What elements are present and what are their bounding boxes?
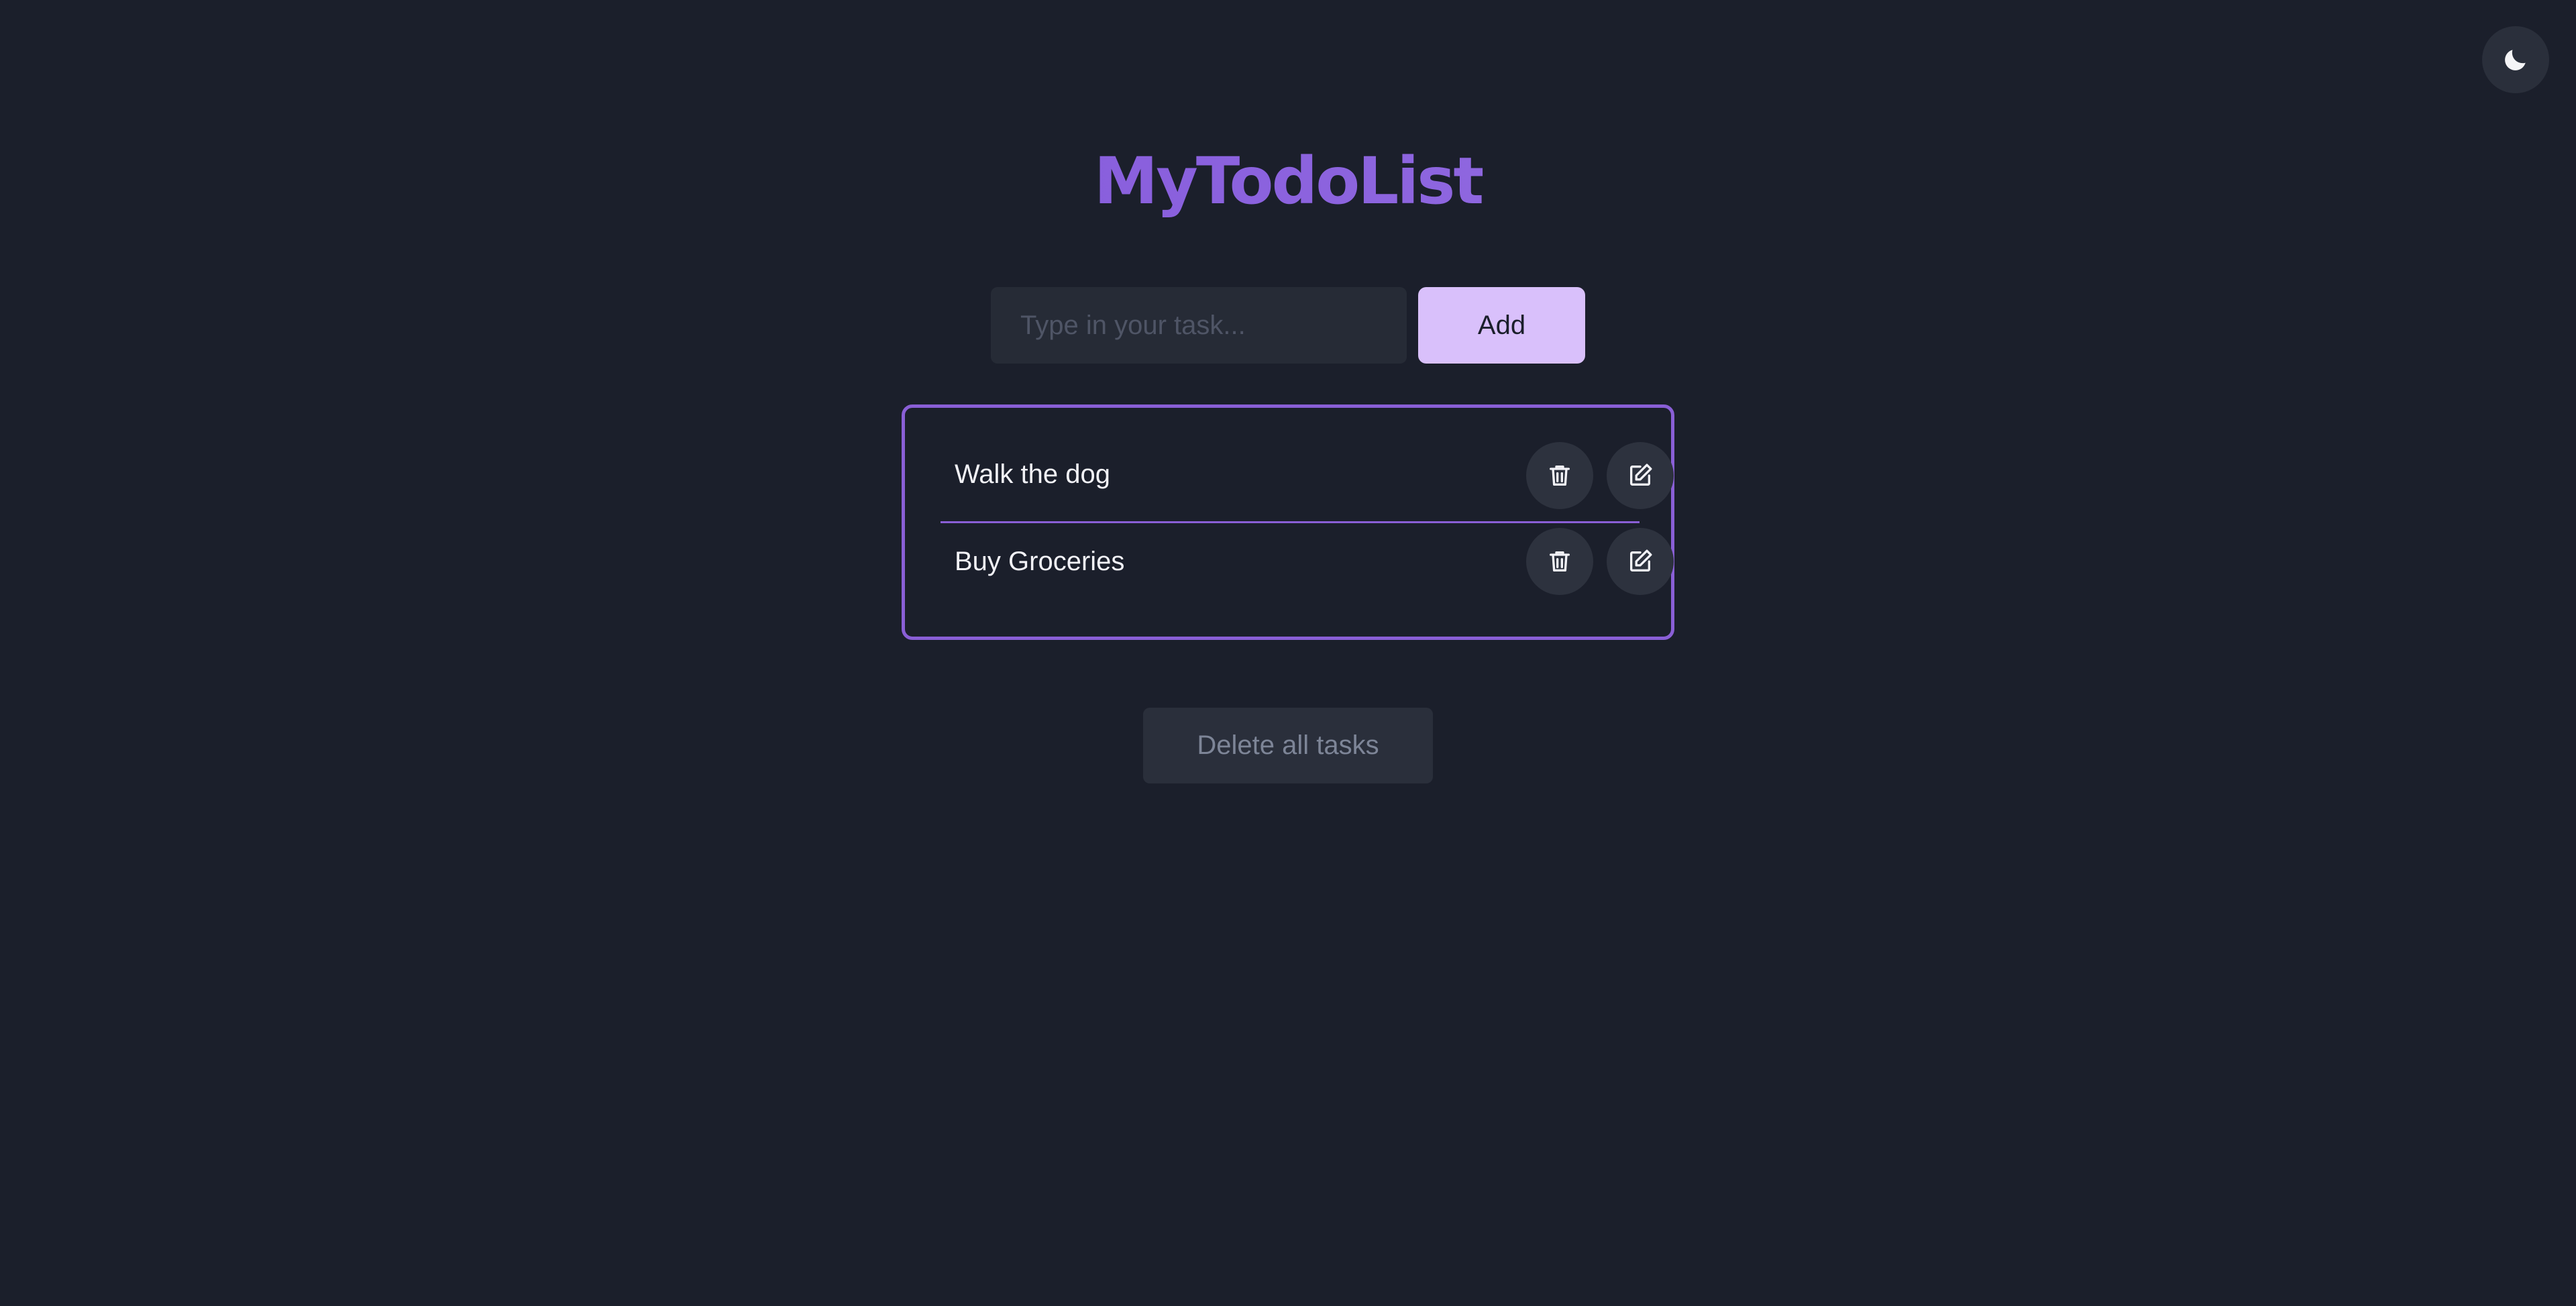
edit-icon <box>1627 462 1654 489</box>
delete-all-tasks-button[interactable]: Delete all tasks <box>1143 708 1433 783</box>
task-text: Walk the dog <box>955 459 1110 489</box>
edit-icon <box>1627 548 1654 575</box>
page-title: MyTodoList <box>0 134 2576 228</box>
delete-task-button[interactable] <box>1526 528 1593 595</box>
edit-task-button[interactable] <box>1607 528 1674 595</box>
task-text: Buy Groceries <box>955 546 1125 576</box>
trash-icon <box>1546 462 1573 489</box>
theme-toggle-button[interactable] <box>2482 26 2549 93</box>
task-list: Walk the dog Buy Groceries <box>902 404 1674 640</box>
add-button[interactable]: Add <box>1418 287 1585 364</box>
task-input[interactable] <box>991 287 1407 364</box>
task-item: Buy Groceries <box>941 525 1674 618</box>
delete-task-button[interactable] <box>1526 442 1593 509</box>
trash-icon <box>1546 548 1573 575</box>
edit-task-button[interactable] <box>1607 442 1674 509</box>
moon-icon <box>2501 45 2530 74</box>
task-item: Walk the dog <box>941 439 1674 523</box>
